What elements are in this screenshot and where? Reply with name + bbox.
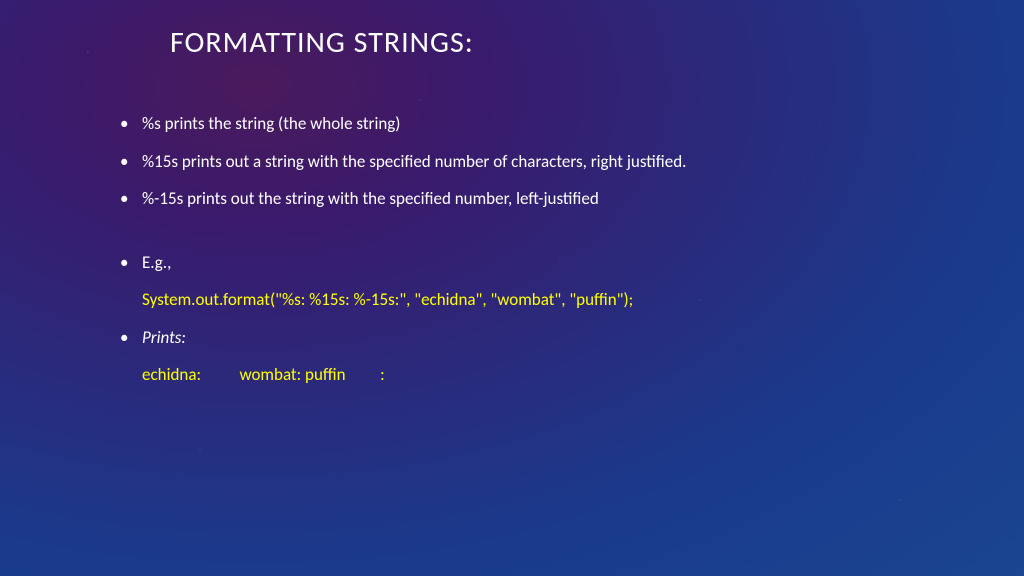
bullet-text: %-15s prints out the string with the spe…: [142, 186, 599, 212]
bullet-text: Prints:: [142, 325, 186, 351]
bullet-marker: •: [120, 325, 142, 351]
code-example: System.out.format("%s: %15s: %-15s:", "e…: [142, 287, 1024, 313]
bullet-item: • %s prints the string (the whole string…: [120, 111, 1024, 137]
bullet-text: E.g.,: [142, 250, 171, 276]
bullet-marker: •: [120, 186, 142, 212]
bullet-marker: •: [120, 111, 142, 137]
bullet-item: • Prints:: [120, 325, 1024, 351]
bullet-item: • %15s prints out a string with the spec…: [120, 149, 1024, 175]
bullet-text: %s prints the string (the whole string): [142, 111, 400, 137]
slide-title: FORMATTING STRINGS:: [0, 0, 1024, 61]
bullet-item: • E.g.,: [120, 250, 1024, 276]
bullet-marker: •: [120, 250, 142, 276]
code-output: echidna: wombat: puffin :: [142, 362, 1024, 388]
bullet-text: %15s prints out a string with the specif…: [142, 149, 686, 175]
bullet-marker: •: [120, 149, 142, 175]
bullet-item: • %-15s prints out the string with the s…: [120, 186, 1024, 212]
slide-body: • %s prints the string (the whole string…: [0, 61, 1024, 388]
